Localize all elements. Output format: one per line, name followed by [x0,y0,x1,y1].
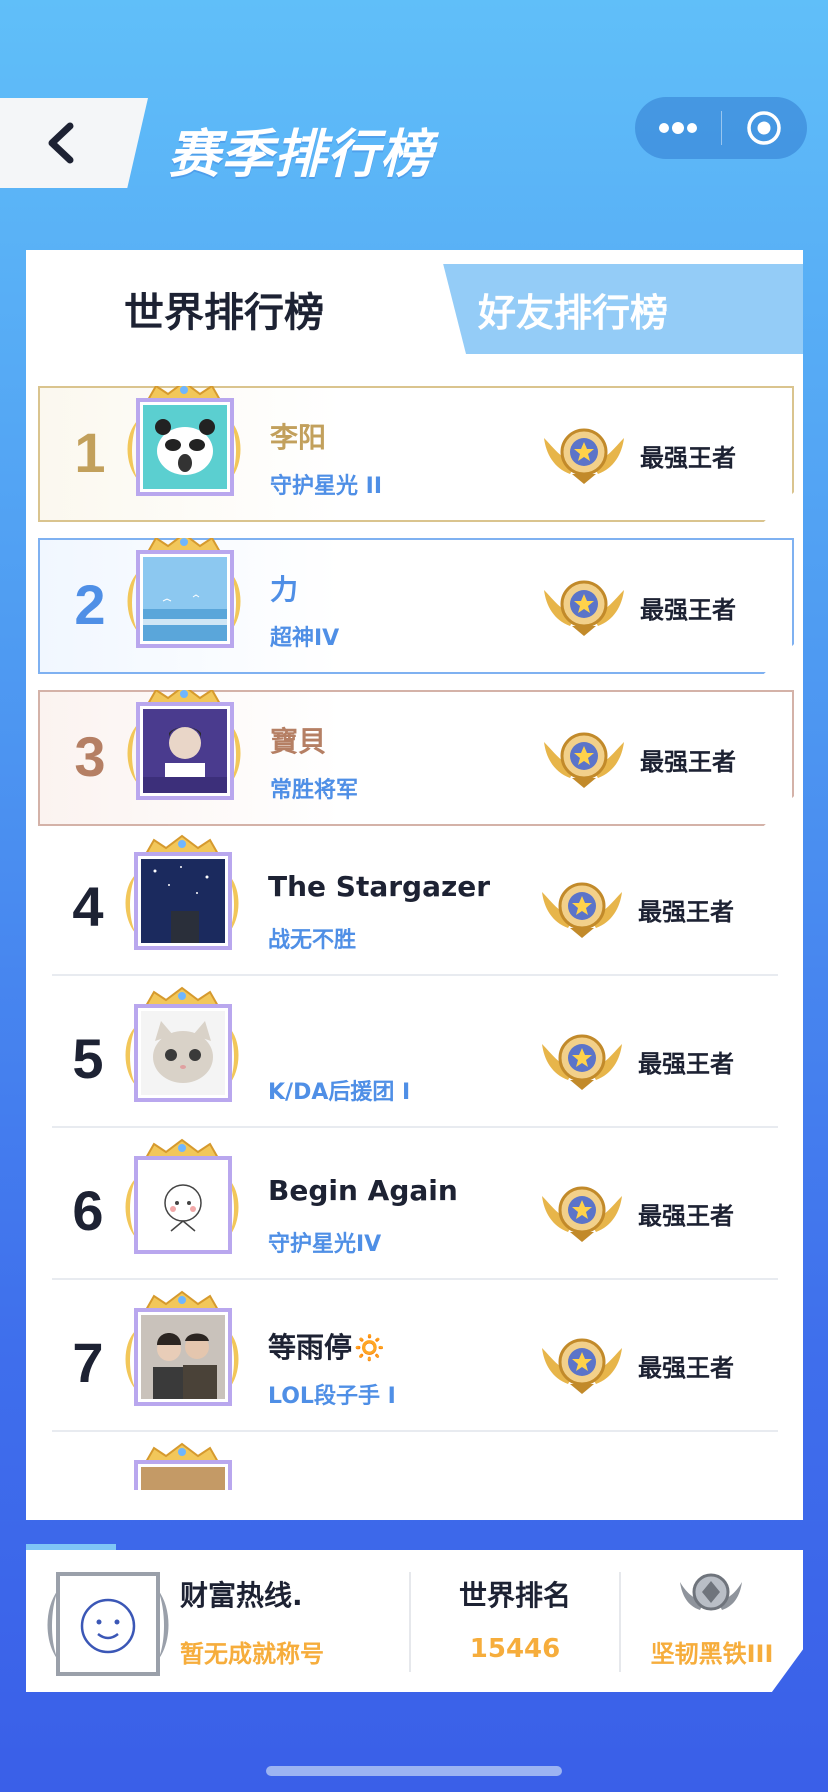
my-player-title: 暂无成就称号 [180,1640,324,1668]
player-title: 守护星光 II [270,474,383,499]
avatar-frame [136,398,234,496]
player-title: 超神IV [270,626,340,651]
player-name: Begin Again [268,1174,458,1207]
avatar-frame [134,1004,232,1102]
page-title: 赛季排行榜 [168,125,434,185]
player-name: 寶貝 [270,725,327,758]
tier-label: 最强王者 [638,1050,734,1078]
challenger-badge-icon [544,428,624,484]
miniprogram-capsule [635,97,807,159]
leaderboard-panel: 好友排行榜 世界排行榜 1 李阳 守护星光 II 最强王者 2 力 超神IV 最… [26,250,803,1520]
avatar [122,834,242,982]
tab-friends-leaderboard[interactable]: 好友排行榜 [418,264,803,354]
avatar [124,538,244,674]
close-miniprogram-button[interactable] [722,97,808,159]
tier-label: 最强王者 [638,1202,734,1230]
tab-friends-label: 好友排行榜 [478,291,669,335]
player-name: 等雨停🔅 [268,1331,387,1364]
avatar [122,1138,242,1286]
avatar-frame [134,1156,232,1254]
challenger-badge-icon [544,580,624,636]
cat-avatar-image [141,1011,225,1095]
tab-world-label: 世界排行榜 [124,290,324,336]
player-name: 力 [270,573,299,606]
challenger-badge-icon [544,732,624,788]
world-rank-value: 15446 [469,1634,561,1664]
leaderboard-row[interactable]: 7 等雨停🔅 LOL段子手 I 最强王者 [52,1290,778,1432]
avatar [122,986,242,1134]
leaderboard-row[interactable]: 3 寶貝 常胜将军 最强王者 [38,690,794,826]
leaderboard-row[interactable]: 1 李阳 守护星光 II 最强王者 [38,386,794,522]
panda-avatar-image [143,405,227,489]
avatar [124,386,244,522]
avatar [122,1442,242,1490]
world-rank-label: 世界排名 [458,1579,571,1612]
challenger-badge-icon [542,1338,622,1394]
leaderboard-row[interactable]: 4 The Stargazer 战无不胜 最强王者 [52,834,778,976]
player-title: LOL段子手 I [268,1384,396,1409]
avatar-frame [134,852,232,950]
more-dots-icon [658,122,697,134]
avatar-frame [134,1308,232,1406]
player-title: 战无不胜 [268,928,357,953]
my-tier-label: 坚韧黑铁III [650,1640,774,1668]
tier-label: 最强王者 [638,898,734,926]
challenger-badge-icon [542,1034,622,1090]
tier-label: 最强王者 [638,1354,734,1382]
player-title: K/DA后援团 I [268,1080,411,1105]
my-rank-bar: 财富热线. 暂无成就称号 世界排名 15446 坚韧黑铁III [26,1550,803,1692]
rank-number: 5 [72,1027,104,1090]
rank-number: 1 [74,421,106,484]
challenger-badge-icon [542,882,622,938]
night-sky-avatar-image [141,859,225,943]
avatar-frame [134,1460,232,1490]
leaderboard-row-partial[interactable] [52,1442,778,1490]
my-rank-accent [26,1544,116,1550]
player-name: The Stargazer [268,870,491,903]
tab-world-leaderboard[interactable]: 世界排行榜 [26,250,466,354]
avatar-frame [136,550,234,648]
leaderboard-list[interactable]: 1 李阳 守护星光 II 最强王者 2 力 超神IV 最强王者 3 寶貝 常胜将… [26,380,803,1490]
my-avatar[interactable] [56,1572,160,1676]
avatar [122,1290,242,1438]
chevron-left-icon [48,122,74,164]
leaderboard-row[interactable]: 5 K/DA后援团 I 最强王者 [52,986,778,1128]
rank-number: 4 [72,875,104,938]
food-avatar-image [141,1467,225,1490]
player-title: 守护星光IV [268,1232,382,1257]
my-player-name: 财富热线. [180,1579,303,1612]
player-title: 常胜将军 [270,778,359,803]
doodle-avatar-image [141,1163,225,1247]
sky-sea-avatar-image [143,557,227,641]
rank-number: 2 [74,573,106,636]
iron-badge-icon [680,1573,742,1611]
rank-number: 7 [72,1331,104,1394]
tier-label: 最强王者 [640,596,736,624]
rank-number: 3 [74,725,106,788]
tier-label: 最强王者 [640,748,736,776]
avatar [124,690,244,826]
smiley-avatar-image [60,1576,156,1672]
wing-right-icon [158,1590,169,1660]
avatar-frame [136,702,234,800]
tier-label: 最强王者 [640,444,736,472]
home-indicator [266,1766,562,1776]
back-button[interactable] [0,98,148,188]
player-name: 李阳 [270,421,327,454]
more-button[interactable] [635,97,721,159]
rank-number: 6 [72,1179,104,1242]
portrait-avatar-image [143,709,227,793]
leaderboard-row[interactable]: 6 Begin Again 守护星光IV 最强王者 [52,1138,778,1280]
leaderboard-row[interactable]: 2 力 超神IV 最强王者 [38,538,794,674]
challenger-badge-icon [542,1186,622,1242]
couple-avatar-image [141,1315,225,1399]
target-icon [747,111,781,145]
